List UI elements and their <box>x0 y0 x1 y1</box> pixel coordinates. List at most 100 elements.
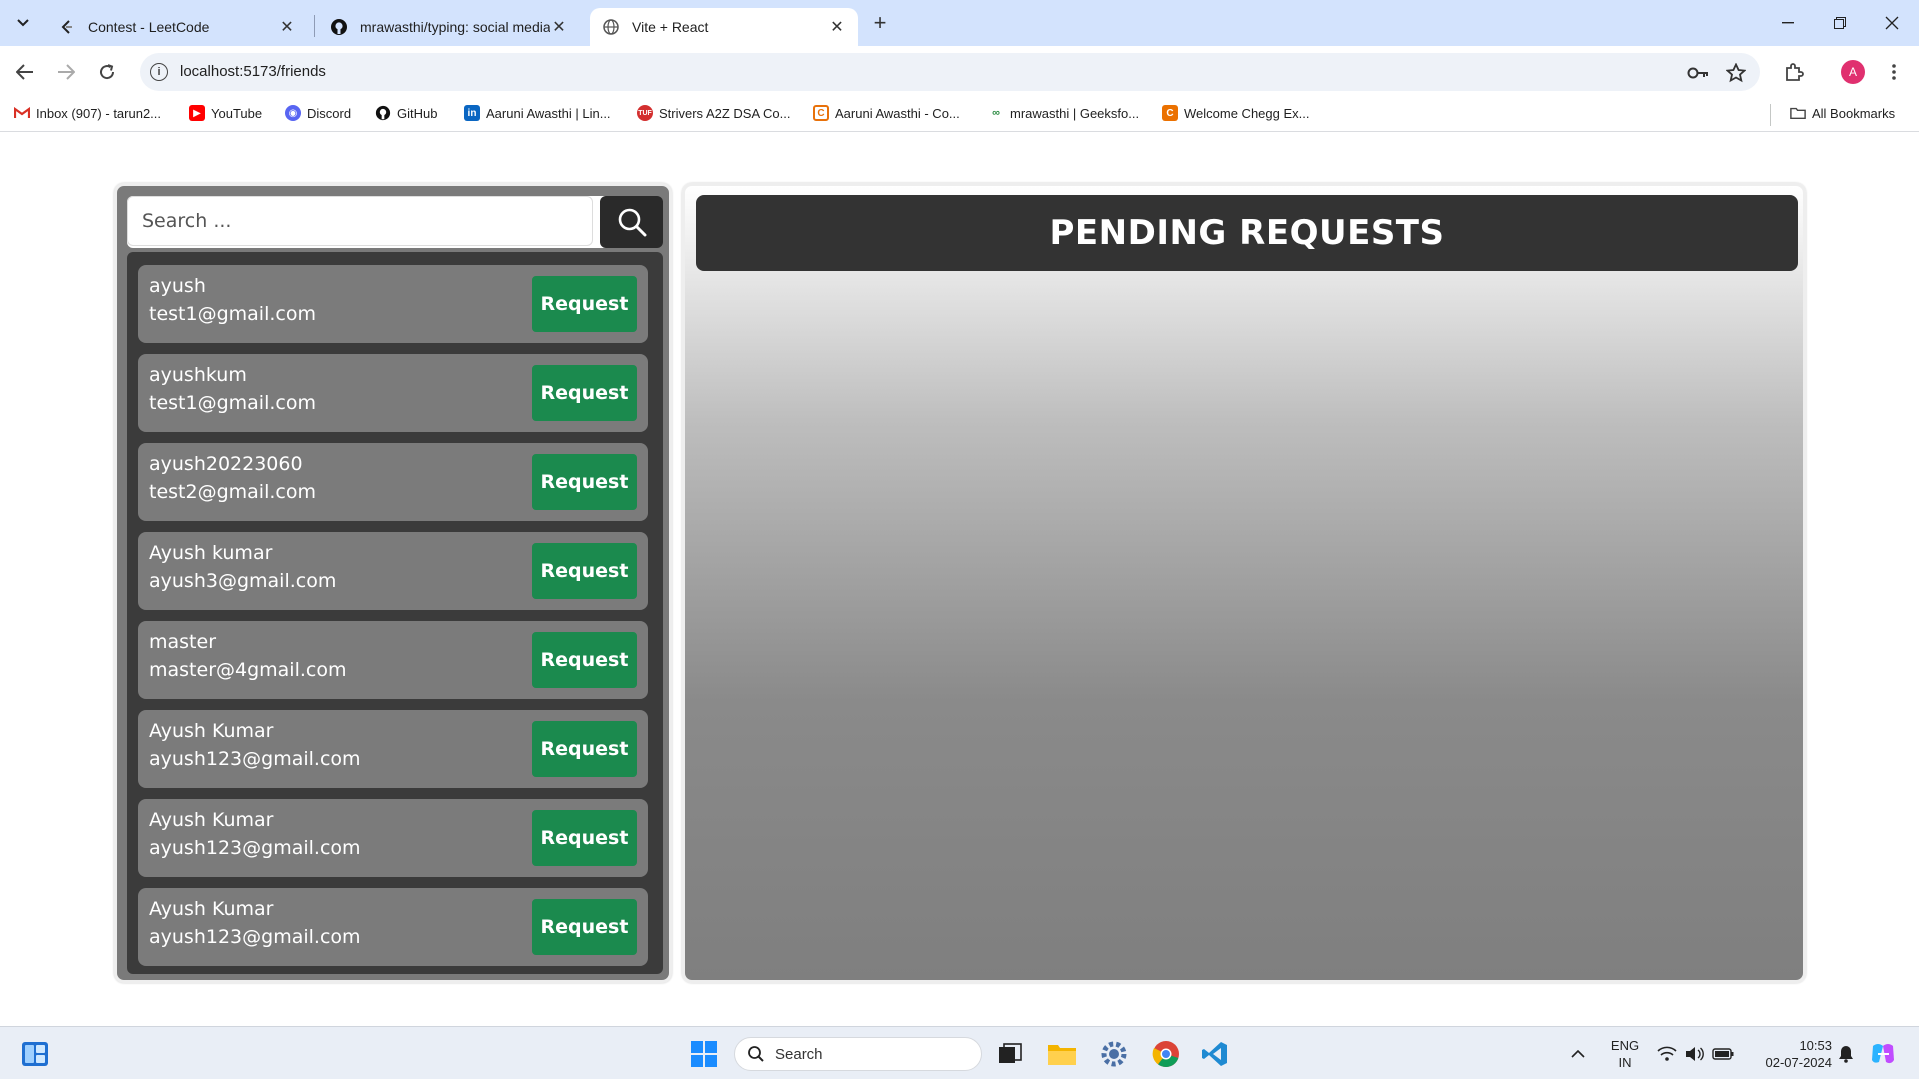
request-button[interactable]: Request <box>532 543 637 599</box>
wifi-icon[interactable] <box>1655 1037 1679 1071</box>
user-card: master master@4gmail.com Request <box>138 621 648 699</box>
language-code: ENG <box>1610 1038 1640 1053</box>
task-view-icon[interactable] <box>993 1037 1027 1071</box>
copilot-icon[interactable] <box>1866 1037 1900 1071</box>
bookmark-discord[interactable]: ◉ Discord <box>285 105 351 121</box>
pending-requests-panel: PENDING REQUESTS <box>682 183 1806 983</box>
volume-icon[interactable] <box>1683 1037 1707 1071</box>
clock[interactable]: 10:53 02-07-2024 <box>1744 1037 1833 1071</box>
bookmark-gmail[interactable]: Inbox (907) - tarun2... <box>14 105 161 121</box>
bookmark-youtube[interactable]: ▶ YouTube <box>189 105 262 121</box>
user-email: test2@gmail.com <box>149 481 316 503</box>
chrome-icon[interactable] <box>1149 1037 1183 1071</box>
user-card: ayush20223060 test2@gmail.com Request <box>138 443 648 521</box>
request-button[interactable]: Request <box>532 899 637 955</box>
request-button[interactable]: Request <box>532 454 637 510</box>
user-email: ayush3@gmail.com <box>149 570 337 592</box>
close-icon[interactable]: ✕ <box>550 17 568 37</box>
windows-taskbar: Search ENG IN 10:53 02-07-2024 <box>0 1026 1919 1079</box>
bookmark-star-icon[interactable] <box>1725 62 1747 84</box>
forward-button[interactable] <box>50 56 82 88</box>
vscode-icon[interactable] <box>1198 1037 1232 1071</box>
bookmark-chegg[interactable]: C Welcome Chegg Ex... <box>1162 105 1309 121</box>
extensions-puzzle-icon[interactable] <box>1780 58 1808 86</box>
linkedin-icon: in <box>464 105 480 121</box>
chevron-down-icon <box>17 19 29 27</box>
friends-search-panel: ayush test1@gmail.com Request ayushkum t… <box>114 183 672 983</box>
bookmark-label: All Bookmarks <box>1812 105 1896 121</box>
browser-tab-strip: Contest - LeetCode ✕ mrawasthi/typing: s… <box>0 0 1919 46</box>
profile-avatar[interactable]: A <box>1841 60 1865 84</box>
close-icon[interactable]: ✕ <box>278 17 296 37</box>
close-icon[interactable]: ✕ <box>828 17 846 37</box>
bookmarks-divider <box>1770 104 1771 126</box>
bookmark-codechef[interactable]: C Aaruni Awasthi - Co... <box>813 105 960 121</box>
search-button[interactable] <box>600 196 663 248</box>
request-button[interactable]: Request <box>532 810 637 866</box>
clock-date: 02-07-2024 <box>1765 1055 1833 1070</box>
reload-button[interactable] <box>91 56 123 88</box>
folder-icon <box>1790 105 1806 121</box>
bookmark-label: Discord <box>307 105 352 121</box>
bookmark-label: Aaruni Awasthi - Co... <box>835 105 960 121</box>
user-name: ayush20223060 <box>149 453 303 475</box>
search-input[interactable] <box>127 196 593 246</box>
search-bar <box>127 196 663 248</box>
battery-icon[interactable] <box>1711 1037 1735 1071</box>
tab-title: Contest - LeetCode <box>88 19 210 35</box>
all-bookmarks-button[interactable]: All Bookmarks <box>1790 105 1895 121</box>
user-email: ayush123@gmail.com <box>149 748 361 770</box>
start-windows-icon[interactable] <box>687 1037 721 1071</box>
request-button[interactable]: Request <box>532 276 637 332</box>
taskbar-search-label: Search <box>775 1045 823 1063</box>
bookmark-label: GitHub <box>397 105 438 121</box>
user-card: Ayush kumar ayush3@gmail.com Request <box>138 532 648 610</box>
pending-requests-title: PENDING REQUESTS <box>696 195 1798 271</box>
bookmark-gfg[interactable]: ∞ mrawasthi | Geeksfo... <box>988 105 1139 121</box>
chevron-up-icon[interactable] <box>1563 1037 1593 1071</box>
settings-gear-icon[interactable] <box>1097 1037 1131 1071</box>
minimize-button[interactable] <box>1762 0 1814 46</box>
taskbar-search[interactable]: Search <box>734 1037 982 1071</box>
search-icon <box>618 208 646 237</box>
user-results-list: ayush test1@gmail.com Request ayushkum t… <box>127 252 663 974</box>
bookmarks-bar: Inbox (907) - tarun2... ▶ YouTube ◉ Disc… <box>0 98 1919 132</box>
user-name: Ayush Kumar <box>149 720 274 742</box>
language-indicator[interactable]: ENG IN <box>1608 1037 1642 1071</box>
user-email: ayush123@gmail.com <box>149 837 361 859</box>
restore-button[interactable] <box>1814 0 1866 46</box>
user-card: ayush test1@gmail.com Request <box>138 265 648 343</box>
more-menu-icon[interactable] <box>1880 58 1908 86</box>
bookmark-github[interactable]: GitHub <box>375 105 437 121</box>
chegg-icon: C <box>1162 105 1178 121</box>
bookmark-strivers[interactable]: TUF Strivers A2Z DSA Co... <box>637 105 791 121</box>
password-key-icon[interactable] <box>1687 62 1709 84</box>
site-info-icon[interactable]: i <box>150 63 168 81</box>
user-card: Ayush Kumar ayush123@gmail.com Request <box>138 888 648 966</box>
tab-vite-react[interactable]: Vite + React ✕ <box>590 8 858 46</box>
tab-search-button[interactable] <box>10 11 36 35</box>
request-button[interactable]: Request <box>532 721 637 777</box>
back-button[interactable] <box>9 56 41 88</box>
codechef-icon: C <box>813 105 829 121</box>
address-url[interactable]: localhost:5173/friends <box>180 63 326 80</box>
request-button[interactable]: Request <box>532 365 637 421</box>
new-tab-button[interactable]: + <box>866 9 894 37</box>
file-explorer-icon[interactable] <box>1045 1037 1079 1071</box>
discord-icon: ◉ <box>285 105 301 121</box>
widgets-icon[interactable] <box>18 1037 52 1071</box>
bookmark-linkedin[interactable]: in Aaruni Awasthi | Lin... <box>464 105 611 121</box>
region-code: IN <box>1618 1055 1632 1070</box>
reload-icon <box>100 64 115 80</box>
bookmark-label: mrawasthi | Geeksfo... <box>1010 105 1140 121</box>
request-button[interactable]: Request <box>532 632 637 688</box>
leetcode-icon <box>58 18 76 36</box>
address-bar[interactable]: i localhost:5173/friends <box>140 53 1760 91</box>
youtube-icon: ▶ <box>189 105 205 121</box>
user-name: Ayush kumar <box>149 542 273 564</box>
tab-github[interactable]: mrawasthi/typing: social media ✕ <box>318 8 580 46</box>
tab-leetcode[interactable]: Contest - LeetCode ✕ <box>46 8 308 46</box>
close-icon <box>1885 16 1899 30</box>
notification-bell-icon[interactable] <box>1834 1037 1858 1071</box>
window-close-button[interactable] <box>1866 0 1918 46</box>
